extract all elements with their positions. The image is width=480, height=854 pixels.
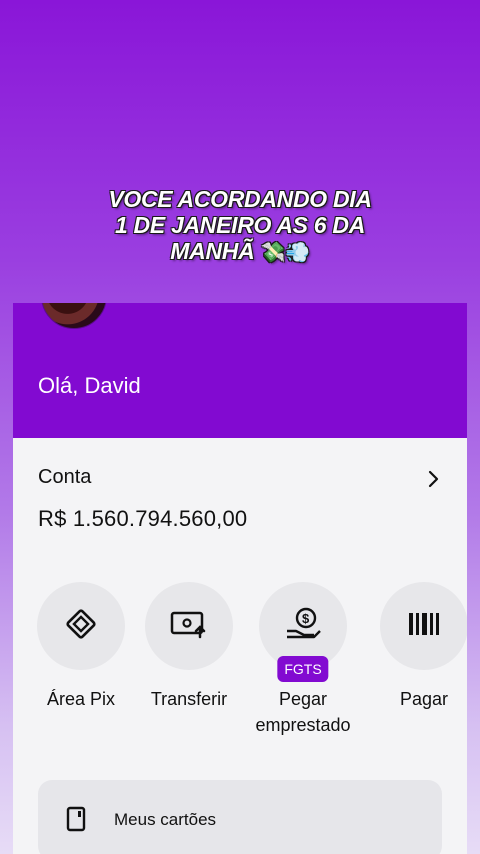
transfer-icon — [170, 609, 208, 644]
header-banner: Olá, David — [13, 303, 467, 438]
action-label: Transferir — [150, 689, 228, 709]
fgts-badge: FGTS — [277, 656, 329, 682]
transfer-button[interactable] — [145, 582, 233, 670]
money-wings-emoji: 💸💨 — [260, 242, 310, 264]
pay-button[interactable] — [380, 582, 467, 670]
account-label: Conta — [38, 466, 92, 488]
action-pegar-emprestado[interactable]: $ FGTS Pegar emprestado — [243, 582, 363, 738]
my-cards-label: Meus cartões — [114, 810, 217, 829]
loan-button[interactable]: $ FGTS — [259, 582, 347, 682]
action-label: Pagar — [399, 689, 449, 709]
avatar[interactable] — [41, 303, 107, 329]
card-icon — [66, 806, 86, 837]
app-screen: Olá, David Conta R$ 1.560.794.560,00 Áre… — [13, 303, 467, 854]
action-area-pix[interactable]: Área Pix — [21, 582, 141, 712]
greeting: Olá, David — [38, 373, 141, 398]
my-cards-button[interactable]: Meus cartões — [38, 780, 442, 854]
caption-line-3: MANHÃ — [170, 238, 255, 264]
pix-icon — [64, 607, 98, 646]
action-transferir[interactable]: Transferir — [129, 582, 249, 712]
action-label: Pegar emprestado — [255, 689, 351, 735]
account-balance: R$ 1.560.794.560,00 — [38, 506, 248, 531]
caption-line-1: VOCE ACORDANDO DIA — [108, 186, 372, 212]
loan-icon: $ — [284, 607, 322, 646]
account-section[interactable]: Conta — [38, 466, 442, 496]
caption-line-2: 1 DE JANEIRO AS 6 DA — [114, 212, 366, 238]
chevron-right-icon[interactable] — [426, 464, 442, 495]
pix-button[interactable] — [37, 582, 125, 670]
action-label: Área Pix — [46, 689, 116, 709]
action-pagar[interactable]: Pagar — [364, 582, 467, 712]
barcode-icon — [408, 612, 440, 641]
svg-text:$: $ — [302, 611, 310, 626]
meme-caption: VOCE ACORDANDO DIA 1 DE JANEIRO AS 6 DA … — [0, 186, 480, 266]
